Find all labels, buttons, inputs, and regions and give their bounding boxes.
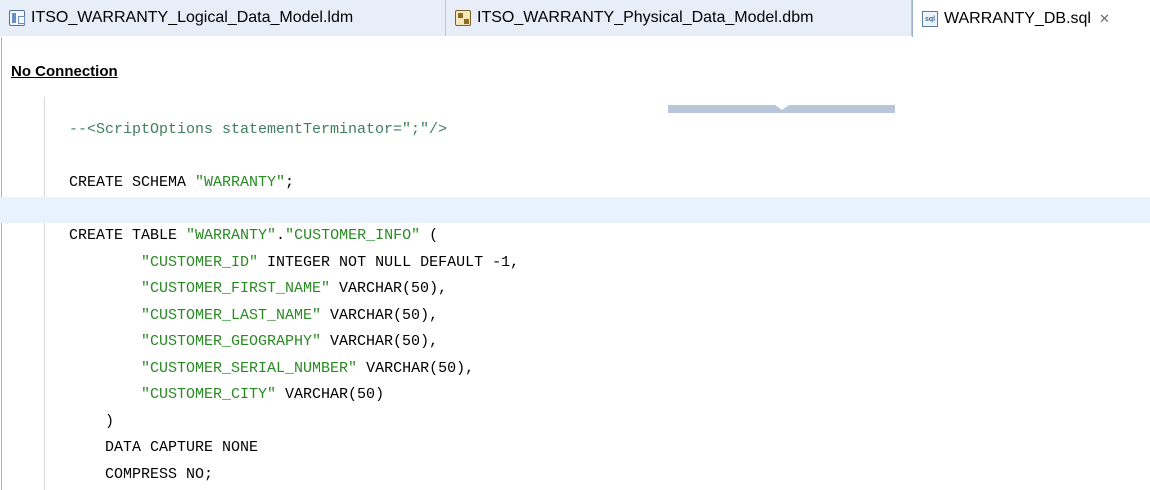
string-literal: "CUSTOMER_ID" xyxy=(141,253,259,271)
sql-keyword xyxy=(69,360,141,377)
code-line-text: --<ScriptOptions statementTerminator=";"… xyxy=(69,117,447,144)
code-line[interactable]: --<ScriptOptions statementTerminator=";"… xyxy=(0,117,1150,144)
code-line[interactable]: "CUSTOMER_ID" INTEGER NOT NULL DEFAULT -… xyxy=(0,250,1150,277)
sql-keyword: VARCHAR(50), xyxy=(321,306,439,324)
sql-keyword xyxy=(69,333,141,350)
sql-keyword: VARCHAR(50), xyxy=(357,359,475,377)
sql-file-icon: sql xyxy=(922,10,938,27)
sql-keyword: VARCHAR(50) xyxy=(276,386,385,403)
sql-keyword xyxy=(69,280,141,297)
sql-code-editor[interactable]: --<ScriptOptions statementTerminator=";"… xyxy=(0,117,1150,488)
sql-keyword: CREATE SCHEMA xyxy=(69,174,196,191)
string-literal: "CUSTOMER_INFO" xyxy=(285,227,421,244)
string-literal: "CUSTOMER_CITY" xyxy=(141,386,277,403)
code-line[interactable]: DATA CAPTURE NONE xyxy=(0,435,1150,462)
string-literal: "CUSTOMER_FIRST_NAME" xyxy=(141,280,331,297)
code-line-text: "CUSTOMER_FIRST_NAME" VARCHAR(50), xyxy=(69,276,447,303)
code-line[interactable] xyxy=(0,144,1150,171)
sql-keyword: COMPRESS NO; xyxy=(69,465,214,483)
tab-label: ITSO_WARRANTY_Physical_Data_Model.dbm xyxy=(477,9,814,26)
string-literal: "CUSTOMER_GEOGRAPHY" xyxy=(141,333,322,350)
sql-keyword: VARCHAR(50), xyxy=(321,333,439,350)
sql-keyword: ( xyxy=(420,227,439,244)
code-line-text: ) xyxy=(69,409,114,436)
tab-label: WARRANTY_DB.sql xyxy=(944,9,1091,27)
close-tab-icon[interactable]: ✕ xyxy=(1099,11,1110,27)
code-line-text: DATA CAPTURE NONE xyxy=(69,435,258,462)
string-literal: "CUSTOMER_LAST_NAME" xyxy=(141,306,322,324)
code-line-text: CREATE TABLE "WARRANTY"."CUSTOMER_INFO" … xyxy=(69,223,438,250)
code-line-text: CREATE SCHEMA "WARRANTY"; xyxy=(69,170,294,197)
string-literal: "WARRANTY" xyxy=(195,174,286,191)
code-line[interactable]: "CUSTOMER_CITY" VARCHAR(50) xyxy=(0,382,1150,409)
sql-keyword: CREATE TABLE xyxy=(69,227,187,244)
code-line[interactable]: "CUSTOMER_SERIAL_NUMBER" VARCHAR(50), xyxy=(0,356,1150,383)
tab-physical-data-model[interactable]: ITSO_WARRANTY_Physical_Data_Model.dbm xyxy=(446,0,912,36)
code-line-text: "CUSTOMER_CITY" VARCHAR(50) xyxy=(69,382,384,409)
logical-data-model-icon xyxy=(9,10,25,26)
code-line[interactable]: COMPRESS NO; xyxy=(0,462,1150,489)
code-line[interactable]: "CUSTOMER_FIRST_NAME" VARCHAR(50), xyxy=(0,276,1150,303)
code-line-text: "CUSTOMER_LAST_NAME" VARCHAR(50), xyxy=(69,303,438,330)
code-line[interactable]: CREATE TABLE "WARRANTY"."CUSTOMER_INFO" … xyxy=(0,223,1150,250)
code-line[interactable]: "CUSTOMER_GEOGRAPHY" VARCHAR(50), xyxy=(0,329,1150,356)
code-line-text: COMPRESS NO; xyxy=(69,462,213,489)
tab-logical-data-model[interactable]: ITSO_WARRANTY_Logical_Data_Model.ldm xyxy=(0,0,446,36)
sql-keyword: . xyxy=(276,227,286,244)
code-line[interactable]: ) xyxy=(0,409,1150,436)
chevron-down-icon xyxy=(775,105,789,110)
string-literal: "WARRANTY" xyxy=(186,227,277,244)
sql-keyword: DATA CAPTURE NONE xyxy=(69,439,259,456)
tab-label: ITSO_WARRANTY_Logical_Data_Model.ldm xyxy=(31,9,354,26)
comment-text: --<ScriptOptions statementTerminator=";"… xyxy=(69,121,448,138)
sql-keyword xyxy=(69,307,141,324)
sql-keyword xyxy=(69,254,141,271)
sql-keyword: ; xyxy=(285,174,295,191)
sql-keyword: INTEGER NOT NULL DEFAULT -1, xyxy=(258,253,520,271)
code-line-text: "CUSTOMER_SERIAL_NUMBER" VARCHAR(50), xyxy=(69,356,474,383)
sql-keyword xyxy=(69,386,141,403)
tab-warranty-db-sql[interactable]: sql WARRANTY_DB.sql ✕ xyxy=(912,0,1150,37)
code-line-text: "CUSTOMER_GEOGRAPHY" VARCHAR(50), xyxy=(69,329,438,356)
sql-keyword: ) xyxy=(69,412,115,430)
connection-status-link[interactable]: No Connection xyxy=(11,63,118,80)
code-line[interactable]: CREATE SCHEMA "WARRANTY"; xyxy=(0,170,1150,197)
code-line[interactable]: "CUSTOMER_LAST_NAME" VARCHAR(50), xyxy=(0,303,1150,330)
code-line-text: "CUSTOMER_ID" INTEGER NOT NULL DEFAULT -… xyxy=(69,250,519,277)
string-literal: "CUSTOMER_SERIAL_NUMBER" xyxy=(141,359,358,377)
editor-tab-bar: ITSO_WARRANTY_Logical_Data_Model.ldm ITS… xyxy=(0,0,1150,37)
sql-keyword: VARCHAR(50), xyxy=(330,280,448,297)
current-code-line[interactable] xyxy=(0,196,1150,223)
physical-data-model-icon xyxy=(455,10,471,26)
